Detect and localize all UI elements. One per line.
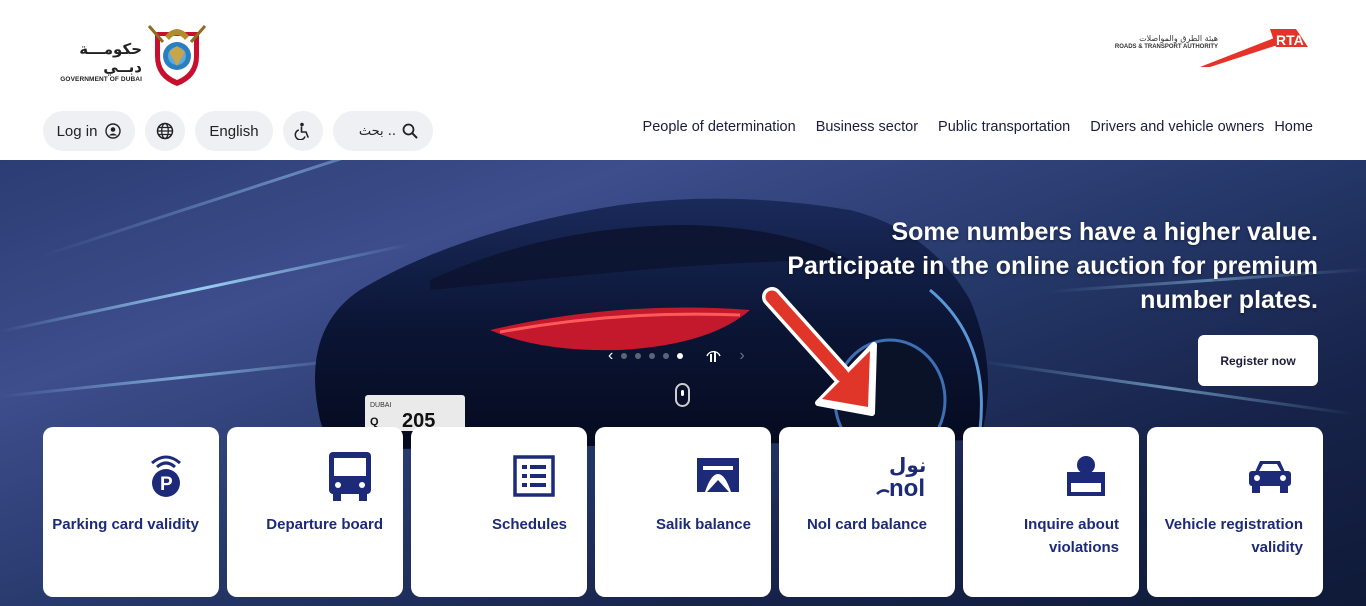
login-button[interactable]: Log in: [43, 111, 135, 151]
service-card-nol-card-balance[interactable]: نول nol Nol card balance: [779, 427, 955, 597]
rta-mark-icon: RTA: [1200, 29, 1308, 67]
hero-headline-line: Some numbers have a higher value.: [891, 218, 1318, 246]
globe-button[interactable]: [145, 111, 185, 151]
nav-home[interactable]: Home: [1274, 119, 1313, 135]
carousel-dot[interactable]: [649, 353, 656, 359]
salik-gate-icon: [693, 449, 743, 503]
service-card-salik-balance[interactable]: Salik balance: [595, 427, 771, 597]
gov-logo-english: GOVERNMENT OF DUBAI: [60, 76, 142, 83]
carousel-prev-icon[interactable]: ‹: [608, 348, 613, 364]
carousel-dot[interactable]: [621, 353, 628, 359]
service-card-label: Parking card validity: [52, 516, 199, 533]
carousel-next-icon[interactable]: ›: [739, 348, 744, 364]
service-card-label: Schedules: [491, 516, 567, 533]
government-of-dubai-logo[interactable]: حكومـــة دبــي GOVERNMENT OF DUBAI: [50, 22, 210, 90]
service-card-label: Vehicle registration validity: [1164, 516, 1303, 556]
search-input[interactable]: [354, 123, 396, 139]
search-icon[interactable]: [402, 123, 418, 139]
carousel-dot-active[interactable]: [677, 353, 684, 359]
nav-public-transportation[interactable]: Public transportation: [938, 119, 1070, 135]
svg-text:nol: nol: [889, 475, 925, 502]
hero-headline: Some numbers have a higher value. Partic…: [758, 215, 1318, 317]
service-card-parking-card-validity[interactable]: P Parking card validity: [43, 427, 219, 597]
quick-services: P Parking card validity Departure board: [43, 427, 1323, 597]
service-card-label: Nol card balance: [806, 516, 928, 533]
main-navigation: People of determination Business sector …: [643, 119, 1313, 135]
nol-logo-icon: نول nol: [875, 449, 935, 503]
schedule-icon: [509, 449, 559, 503]
pause-icon[interactable]: [705, 348, 723, 364]
rta-logo[interactable]: هيئة الطرق والمواصلات ROADS & TRANSPORT …: [1100, 25, 1312, 69]
accessibility-icon: [294, 122, 309, 140]
accessibility-button[interactable]: [283, 111, 323, 151]
service-card-label: Inquire about violations: [1024, 516, 1119, 556]
svg-text:نول: نول: [889, 453, 926, 477]
car-icon: [1245, 449, 1295, 503]
dubai-emblem-icon: [147, 25, 207, 86]
service-card-schedules[interactable]: Schedules: [411, 427, 587, 597]
register-now-button[interactable]: Register now: [1198, 335, 1318, 386]
carousel-dot[interactable]: [635, 353, 642, 359]
bus-icon: [325, 449, 375, 503]
service-card-vehicle-registration-validity[interactable]: Vehicle registration validity: [1147, 427, 1323, 597]
violations-icon: [1061, 449, 1111, 503]
search-box[interactable]: [333, 111, 433, 151]
scroll-down-icon[interactable]: [675, 383, 690, 407]
svg-text:P: P: [160, 474, 173, 495]
language-switch-button[interactable]: English: [195, 111, 273, 151]
hero-headline-line: number plates.: [1140, 286, 1318, 314]
language-label: English: [209, 122, 259, 140]
user-icon: [105, 123, 122, 139]
service-card-label: Salik balance: [655, 516, 751, 533]
nav-drivers-and-vehicle-owners[interactable]: Drivers and vehicle owners: [1090, 119, 1264, 135]
nav-people-of-determination[interactable]: People of determination: [643, 119, 796, 135]
site-header: حكومـــة دبــي GOVERNMENT OF DUBAI هيئة …: [0, 0, 1366, 160]
plate-city: DUBAI: [370, 402, 391, 409]
gov-logo-arabic: حكومـــة دبــي: [79, 40, 142, 76]
carousel-controls: ‹ ›: [608, 348, 745, 364]
service-card-label: Departure board: [266, 516, 383, 533]
nav-business-sector[interactable]: Business sector: [816, 119, 918, 135]
service-card-inquire-about-violations[interactable]: Inquire about violations: [963, 427, 1139, 597]
globe-icon: [156, 122, 174, 140]
service-card-departure-board[interactable]: Departure board: [227, 427, 403, 597]
login-label: Log in: [56, 122, 98, 140]
parking-icon: P: [141, 449, 191, 503]
carousel-dot[interactable]: [663, 353, 670, 359]
rta-mark-text: RTA: [1276, 32, 1304, 48]
hero-headline-line: Participate in the online auction for pr…: [787, 252, 1318, 280]
